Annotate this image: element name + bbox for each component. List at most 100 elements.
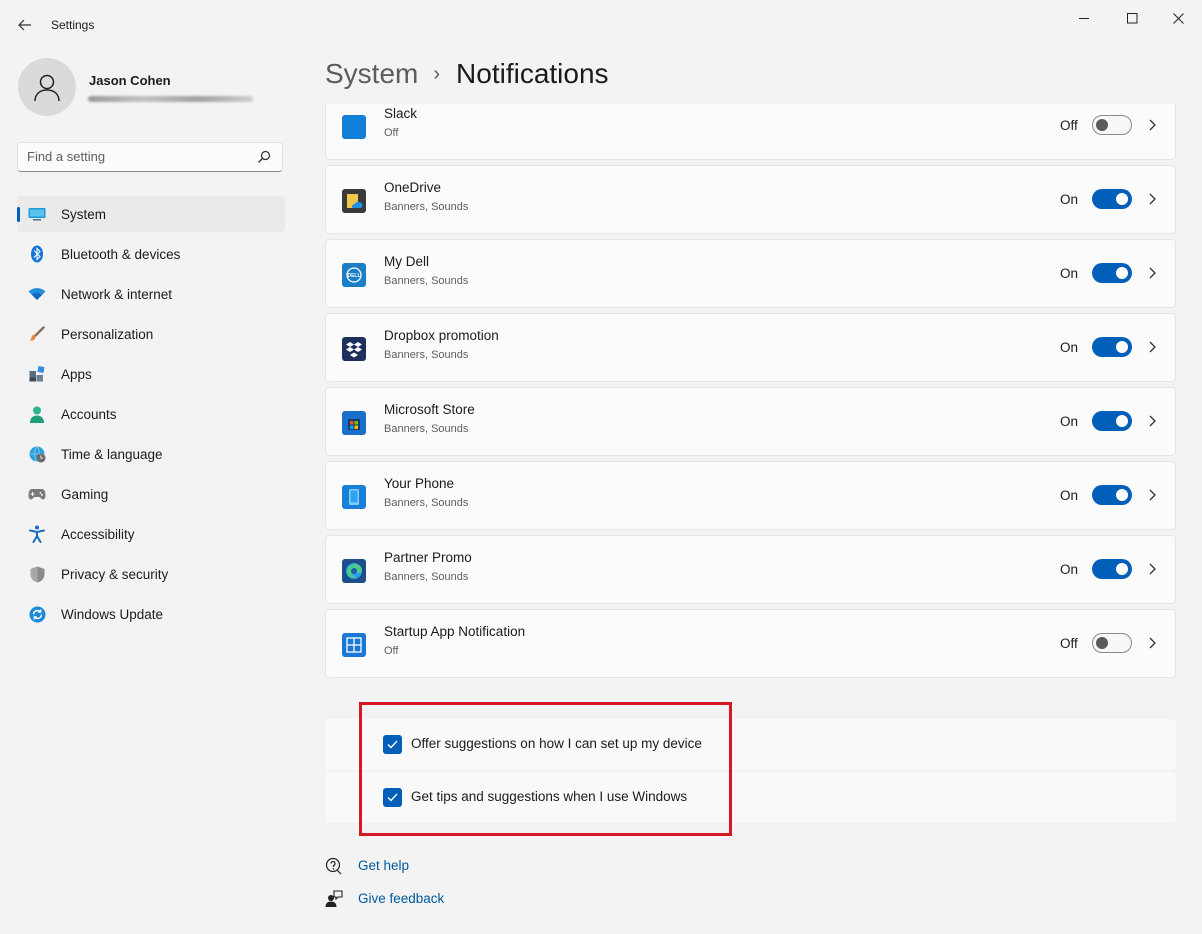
sidebar-item-network[interactable]: Network & internet bbox=[17, 276, 285, 312]
offer-suggestions-setting[interactable]: Offer suggestions on how I can set up my… bbox=[325, 719, 1176, 770]
sidebar-item-personalization[interactable]: Personalization bbox=[17, 316, 285, 352]
update-icon bbox=[28, 605, 46, 623]
startup-app-icon bbox=[342, 633, 366, 657]
sidebar-item-label: Gaming bbox=[61, 486, 109, 502]
breadcrumb-parent[interactable]: System bbox=[325, 58, 418, 89]
sidebar-item-apps[interactable]: Apps bbox=[17, 356, 285, 392]
search-box[interactable] bbox=[17, 142, 283, 172]
tips-suggestions-label: Get tips and suggestions when I use Wind… bbox=[411, 789, 688, 804]
help-chat-icon bbox=[325, 857, 342, 875]
breadcrumb: System › Notifications bbox=[325, 58, 609, 90]
sidebar-item-accounts[interactable]: Accounts bbox=[17, 396, 285, 432]
sidebar-item-label: System bbox=[61, 206, 107, 222]
accessibility-icon bbox=[28, 525, 46, 543]
app-name: Microsoft Store bbox=[384, 402, 475, 417]
app-name: Dropbox promotion bbox=[384, 328, 499, 343]
notification-toggle[interactable] bbox=[1092, 115, 1132, 135]
close-icon bbox=[1172, 12, 1184, 24]
chevron-right-icon bbox=[1149, 119, 1156, 131]
sidebar-item-label: Windows Update bbox=[61, 606, 164, 622]
app-name: Slack bbox=[384, 106, 418, 121]
person-avatar-icon bbox=[34, 74, 60, 102]
app-notification-row[interactable]: DELL My Dell Banners, Sounds On bbox=[325, 239, 1176, 308]
sidebar-item-time-language[interactable]: Time & language bbox=[17, 436, 285, 472]
app-notification-row[interactable]: Your Phone Banners, Sounds On bbox=[325, 461, 1176, 530]
app-notification-summary: Banners, Sounds bbox=[384, 423, 469, 435]
chevron-right-icon bbox=[1149, 267, 1156, 279]
toggle-state-label: On bbox=[1060, 192, 1079, 207]
sidebar-item-gaming[interactable]: Gaming bbox=[17, 476, 285, 512]
brush-icon bbox=[28, 325, 46, 343]
notification-toggle[interactable] bbox=[1092, 189, 1132, 209]
minimize-button[interactable] bbox=[1061, 4, 1107, 32]
sidebar-item-privacy[interactable]: Privacy & security bbox=[17, 556, 285, 592]
breadcrumb-separator: › bbox=[433, 63, 441, 85]
bluetooth-icon bbox=[28, 245, 46, 263]
edge-icon bbox=[342, 559, 366, 583]
sidebar-nav: System Bluetooth & devices Network & int… bbox=[17, 196, 285, 636]
toggle-state-label: On bbox=[1060, 488, 1079, 503]
app-notification-summary: Banners, Sounds bbox=[384, 497, 469, 509]
notification-toggle[interactable] bbox=[1092, 263, 1132, 283]
notification-toggle[interactable] bbox=[1092, 633, 1132, 653]
checkmark-icon bbox=[387, 740, 398, 749]
sidebar-item-label: Privacy & security bbox=[61, 566, 169, 582]
app-notification-summary: Off bbox=[384, 645, 399, 657]
app-name: Partner Promo bbox=[384, 550, 472, 565]
offer-suggestions-checkbox[interactable] bbox=[383, 735, 402, 754]
suggestions-section: Offer suggestions on how I can set up my… bbox=[325, 719, 1176, 823]
app-name: OneDrive bbox=[384, 180, 442, 195]
sidebar-item-label: Apps bbox=[61, 366, 92, 382]
notification-toggle[interactable] bbox=[1092, 485, 1132, 505]
notification-toggle[interactable] bbox=[1092, 337, 1132, 357]
notifications-content: Slack Off Off OneDrive Banners, Sounds O… bbox=[325, 104, 1177, 934]
app-name: My Dell bbox=[384, 254, 430, 269]
minimize-icon bbox=[1078, 17, 1089, 19]
gamepad-icon bbox=[28, 485, 46, 503]
sidebar-item-label: Accounts bbox=[61, 406, 117, 422]
svg-text:DELL: DELL bbox=[347, 273, 360, 279]
toggle-state-label: Off bbox=[1060, 636, 1078, 651]
avatar[interactable] bbox=[18, 58, 76, 116]
app-notification-row[interactable]: Partner Promo Banners, Sounds On bbox=[325, 535, 1176, 604]
notification-toggle[interactable] bbox=[1092, 411, 1132, 431]
back-button[interactable] bbox=[10, 10, 40, 40]
page-title: Notifications bbox=[456, 58, 609, 89]
app-notification-row[interactable]: OneDrive Banners, Sounds On bbox=[325, 165, 1176, 234]
user-name: Jason Cohen bbox=[89, 73, 171, 88]
maximize-icon bbox=[1126, 12, 1137, 23]
app-name: Your Phone bbox=[384, 476, 455, 491]
chevron-right-icon bbox=[1149, 415, 1156, 427]
user-email-redacted bbox=[88, 96, 253, 102]
sidebar-item-windows-update[interactable]: Windows Update bbox=[17, 596, 285, 632]
chevron-right-icon bbox=[1149, 489, 1156, 501]
tips-suggestions-checkbox[interactable] bbox=[383, 788, 402, 807]
onedrive-icon bbox=[342, 189, 366, 213]
apps-icon bbox=[28, 365, 46, 383]
sidebar-item-label: Bluetooth & devices bbox=[61, 246, 181, 262]
app-notification-row[interactable]: Microsoft Store Banners, Sounds On bbox=[325, 387, 1176, 456]
app-title: Settings bbox=[51, 18, 95, 32]
chevron-right-icon bbox=[1149, 341, 1156, 353]
tips-suggestions-setting[interactable]: Get tips and suggestions when I use Wind… bbox=[325, 772, 1176, 823]
globe-clock-icon bbox=[28, 445, 46, 463]
offer-suggestions-label: Offer suggestions on how I can set up my… bbox=[411, 736, 702, 751]
search-icon[interactable] bbox=[257, 150, 271, 169]
app-notification-summary: Banners, Sounds bbox=[384, 349, 469, 361]
close-button[interactable] bbox=[1155, 4, 1201, 32]
give-feedback-label[interactable]: Give feedback bbox=[358, 891, 444, 906]
app-notification-row[interactable]: Slack Off Off bbox=[325, 104, 1176, 160]
app-notification-row[interactable]: Startup App Notification Off Off bbox=[325, 609, 1176, 678]
app-notification-summary: Off bbox=[384, 127, 399, 139]
sidebar-item-system[interactable]: System bbox=[17, 196, 285, 232]
notification-toggle[interactable] bbox=[1092, 559, 1132, 579]
maximize-button[interactable] bbox=[1109, 4, 1155, 32]
sidebar-item-accessibility[interactable]: Accessibility bbox=[17, 516, 285, 552]
search-input[interactable] bbox=[27, 149, 247, 164]
checkmark-icon bbox=[387, 793, 398, 802]
get-help-label[interactable]: Get help bbox=[358, 858, 409, 873]
app-notification-summary: Banners, Sounds bbox=[384, 201, 469, 213]
app-notification-row[interactable]: Dropbox promotion Banners, Sounds On bbox=[325, 313, 1176, 382]
dell-icon: DELL bbox=[342, 263, 366, 287]
sidebar-item-bluetooth[interactable]: Bluetooth & devices bbox=[17, 236, 285, 272]
